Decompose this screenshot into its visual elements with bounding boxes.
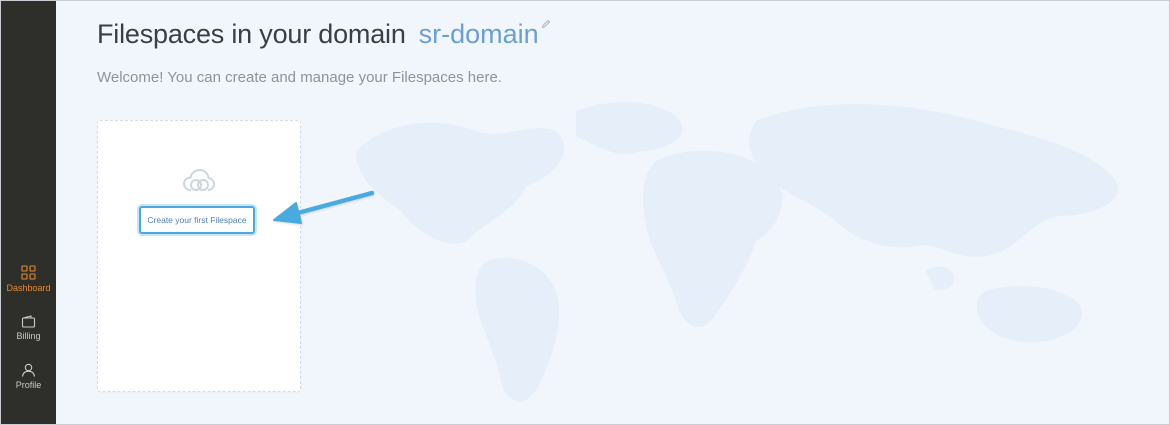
title-row: Filespaces in your domain sr-domain [97,19,551,50]
sidebar-item-billing[interactable]: Billing [1,315,56,341]
sidebar: Dashboard Billing Profile [1,1,56,424]
empty-filespace-card: Create your first Filespace [97,120,301,392]
edit-pencil-icon[interactable] [541,19,551,29]
user-icon [21,363,36,377]
sidebar-item-dashboard[interactable]: Dashboard [1,265,56,293]
domain-name: sr-domain [418,19,539,49]
cloud-link-icon [182,168,216,191]
sidebar-item-label: Dashboard [6,283,51,293]
main-content: Filespaces in your domain sr-domain Welc… [56,1,1169,424]
create-first-filespace-button[interactable]: Create your first Filespace [139,206,255,234]
sidebar-item-profile[interactable]: Profile [1,363,56,390]
wallet-icon [21,315,36,328]
dashboard-grid-icon [21,265,36,280]
welcome-subtitle: Welcome! You can create and manage your … [97,69,502,86]
sidebar-item-label: Profile [15,380,42,390]
page-title: Filespaces in your domain [97,19,406,49]
sidebar-item-label: Billing [16,331,41,341]
app-window: Dashboard Billing Profile Filespaces in … [0,0,1170,425]
callout-arrow-icon [273,190,375,224]
